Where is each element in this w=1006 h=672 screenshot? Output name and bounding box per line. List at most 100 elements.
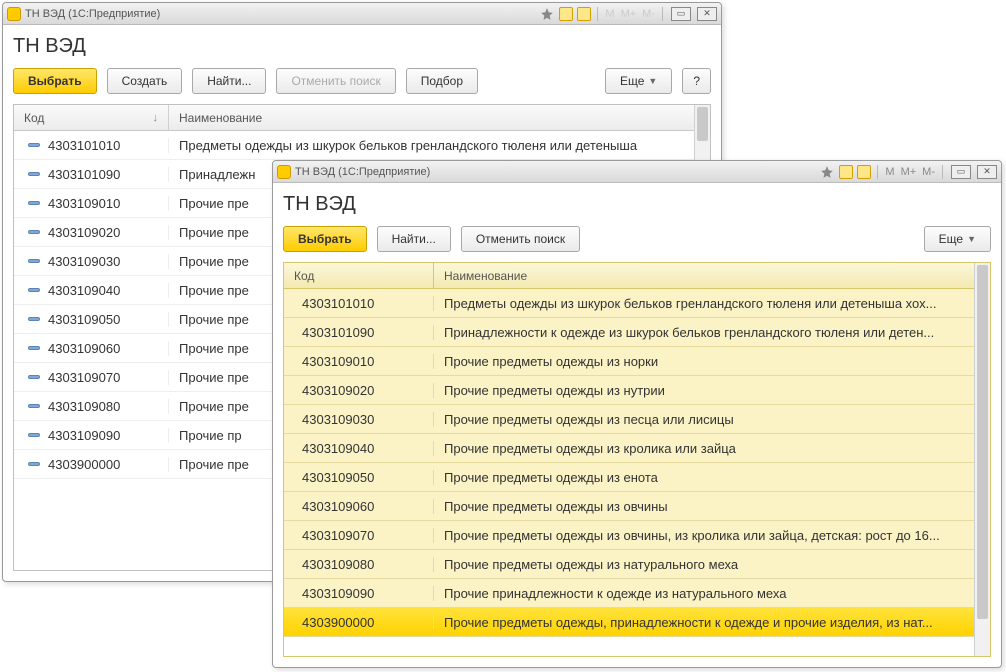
mem-m[interactable]: M — [884, 166, 895, 178]
table-row[interactable]: 4303101090Принадлежности к одежде из шку… — [284, 318, 974, 347]
more-button[interactable]: Еще▼ — [605, 68, 672, 94]
maximize-button[interactable]: ▭ — [671, 7, 691, 21]
cancel-search-button[interactable]: Отменить поиск — [276, 68, 395, 94]
find-button[interactable]: Найти... — [377, 226, 451, 252]
cell-code: 4303101010 — [14, 138, 169, 153]
titlebar[interactable]: ТН ВЭД (1С:Предприятие) M M+ M- ▭ ✕ — [273, 161, 1001, 183]
table-row[interactable]: 4303900000Прочие предметы одежды, принад… — [284, 608, 974, 637]
favorite-icon[interactable] — [539, 6, 555, 22]
row-icon — [28, 143, 40, 147]
cell-name: Прочие принадлежности к одежде из натура… — [434, 586, 974, 601]
mem-mminus: M- — [641, 8, 656, 20]
table-row[interactable]: 4303109080Прочие предметы одежды из нату… — [284, 550, 974, 579]
col-code-header[interactable]: Код ↓ — [14, 105, 169, 130]
cell-code: 4303109070 — [284, 528, 434, 543]
cell-name: Прочие предметы одежды из норки — [434, 354, 974, 369]
row-icon — [28, 201, 40, 205]
close-button[interactable]: ✕ — [697, 7, 717, 21]
mem-mplus[interactable]: M+ — [900, 166, 918, 178]
row-icon — [28, 462, 40, 466]
table-row[interactable]: 4303109040Прочие предметы одежды из крол… — [284, 434, 974, 463]
window-title: ТН ВЭД (1С:Предприятие) — [25, 8, 160, 20]
cell-code: 4303101090 — [14, 167, 169, 182]
cell-code: 4303109010 — [14, 196, 169, 211]
cell-code: 4303109090 — [284, 586, 434, 601]
row-icon — [28, 346, 40, 350]
cell-code: 4303109030 — [14, 254, 169, 269]
cell-name: Принадлежности к одежде из шкурок белько… — [434, 325, 974, 340]
row-icon — [28, 317, 40, 321]
mem-mplus: M+ — [620, 8, 638, 20]
pick-button[interactable]: Подбор — [406, 68, 478, 94]
table-row[interactable]: 4303109010Прочие предметы одежды из норк… — [284, 347, 974, 376]
table-header: Код ↓ Наименование — [14, 105, 694, 131]
col-name-header[interactable]: Наименование — [434, 263, 974, 288]
maximize-button[interactable]: ▭ — [951, 165, 971, 179]
cell-name: Прочие предметы одежды из овчины — [434, 499, 974, 514]
row-icon — [28, 288, 40, 292]
app-logo-icon — [7, 7, 21, 21]
table-row[interactable]: 4303109070Прочие предметы одежды из овчи… — [284, 521, 974, 550]
cell-code: 4303109060 — [284, 499, 434, 514]
window-title: ТН ВЭД (1С:Предприятие) — [295, 166, 430, 178]
titlebar-icons: M M+ M- ▭ ✕ — [819, 164, 997, 180]
table-row[interactable]: 4303101010Предметы одежды из шкурок бель… — [14, 131, 694, 160]
choose-button[interactable]: Выбрать — [13, 68, 97, 94]
chevron-down-icon: ▼ — [648, 76, 657, 86]
calculator-icon[interactable] — [559, 7, 573, 21]
table-row[interactable]: 4303109090Прочие принадлежности к одежде… — [284, 579, 974, 608]
table: Код Наименование 4303101010Предметы одеж… — [283, 262, 991, 657]
cell-code: 4303900000 — [14, 457, 169, 472]
calendar-icon[interactable] — [857, 165, 871, 179]
cell-name: Прочие предметы одежды из овчины, из кро… — [434, 528, 974, 543]
row-icon — [28, 404, 40, 408]
choose-button[interactable]: Выбрать — [283, 226, 367, 252]
help-button[interactable]: ? — [682, 68, 711, 94]
cell-code: 4303101090 — [284, 325, 434, 340]
mem-mminus[interactable]: M- — [921, 166, 936, 178]
cell-code: 4303109050 — [14, 312, 169, 327]
cell-name: Прочие предметы одежды, принадлежности к… — [434, 615, 974, 630]
row-icon — [28, 172, 40, 176]
cell-code: 4303109040 — [14, 283, 169, 298]
table-row[interactable]: 4303109060Прочие предметы одежды из овчи… — [284, 492, 974, 521]
titlebar-icons: M M+ M- ▭ ✕ — [539, 6, 717, 22]
table-row[interactable]: 4303109030Прочие предметы одежды из песц… — [284, 405, 974, 434]
col-code-header[interactable]: Код — [284, 263, 434, 288]
row-icon — [28, 230, 40, 234]
toolbar: Выбрать Найти... Отменить поиск Еще▼ — [283, 226, 991, 252]
toolbar: Выбрать Создать Найти... Отменить поиск … — [13, 68, 711, 94]
page-title: ТН ВЭД — [13, 35, 711, 58]
cancel-search-button[interactable]: Отменить поиск — [461, 226, 580, 252]
chevron-down-icon: ▼ — [967, 234, 976, 244]
page-title: ТН ВЭД — [283, 193, 991, 216]
window-front: ТН ВЭД (1С:Предприятие) M M+ M- ▭ ✕ ТН В… — [272, 160, 1002, 668]
cell-code: 4303109040 — [284, 441, 434, 456]
table-header: Код Наименование — [284, 263, 974, 289]
cell-code: 4303109080 — [14, 399, 169, 414]
cell-code: 4303109090 — [14, 428, 169, 443]
row-icon — [28, 259, 40, 263]
close-button[interactable]: ✕ — [977, 165, 997, 179]
titlebar[interactable]: ТН ВЭД (1С:Предприятие) M M+ M- ▭ ✕ — [3, 3, 721, 25]
cell-code: 4303109060 — [14, 341, 169, 356]
sort-asc-icon: ↓ — [153, 112, 159, 124]
cell-name: Прочие предметы одежды из натурального м… — [434, 557, 974, 572]
cell-name: Прочие предметы одежды из кролика или за… — [434, 441, 974, 456]
calculator-icon[interactable] — [839, 165, 853, 179]
cell-code: 4303109020 — [14, 225, 169, 240]
col-name-header[interactable]: Наименование — [169, 105, 694, 130]
table-row[interactable]: 4303109050Прочие предметы одежды из енот… — [284, 463, 974, 492]
cell-name: Прочие предметы одежды из песца или лиси… — [434, 412, 974, 427]
table-row[interactable]: 4303109020Прочие предметы одежды из нутр… — [284, 376, 974, 405]
favorite-icon[interactable] — [819, 164, 835, 180]
cell-code: 4303109070 — [14, 370, 169, 385]
create-button[interactable]: Создать — [107, 68, 183, 94]
find-button[interactable]: Найти... — [192, 68, 266, 94]
more-button[interactable]: Еще▼ — [924, 226, 991, 252]
table-row[interactable]: 4303101010Предметы одежды из шкурок бель… — [284, 289, 974, 318]
vertical-scrollbar[interactable] — [974, 263, 990, 656]
calendar-icon[interactable] — [577, 7, 591, 21]
cell-code: 4303109010 — [284, 354, 434, 369]
cell-code: 4303109030 — [284, 412, 434, 427]
